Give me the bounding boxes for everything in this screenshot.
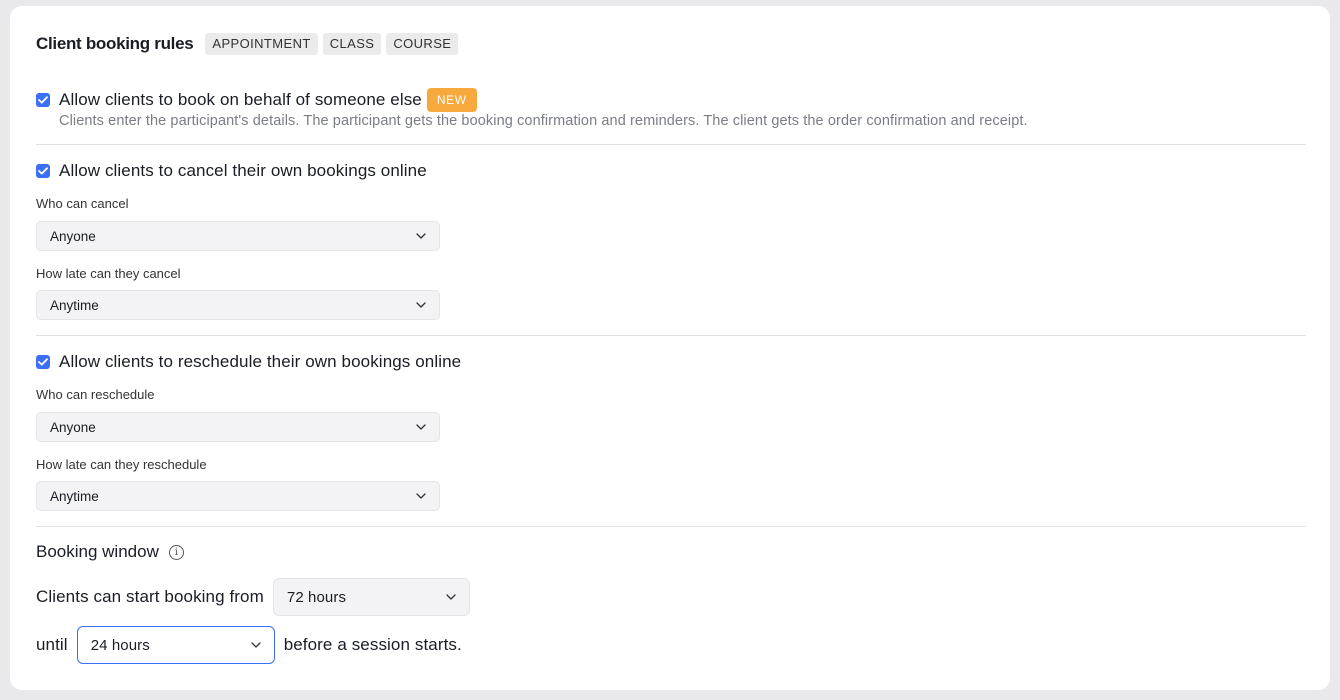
page-title: Client booking rules bbox=[36, 34, 194, 53]
booking-until-row: until 24 hours before a session starts. bbox=[36, 626, 462, 664]
tag-class: CLASS bbox=[322, 33, 382, 55]
tag-course: COURSE bbox=[386, 33, 459, 55]
behalf-row: Allow clients to book on behalf of someo… bbox=[36, 88, 477, 112]
reschedule-label[interactable]: Allow clients to reschedule their own bo… bbox=[59, 352, 461, 372]
chevron-down-icon bbox=[446, 594, 456, 600]
cancel-label[interactable]: Allow clients to cancel their own bookin… bbox=[59, 161, 427, 181]
booking-window-title: Booking window i bbox=[36, 542, 184, 562]
behalf-label[interactable]: Allow clients to book on behalf of someo… bbox=[59, 90, 422, 110]
booking-start-row: Clients can start booking from 72 hours bbox=[36, 578, 479, 616]
info-icon[interactable]: i bbox=[168, 544, 184, 560]
who-can-cancel-select[interactable]: Anyone bbox=[36, 221, 440, 251]
who-can-reschedule-select[interactable]: Anyone bbox=[36, 412, 440, 442]
check-icon bbox=[38, 358, 48, 366]
booking-end-text: before a session starts. bbox=[283, 635, 462, 654]
who-can-reschedule-label: Who can reschedule bbox=[36, 387, 155, 402]
who-can-cancel-value: Anyone bbox=[50, 228, 96, 244]
cancel-row: Allow clients to cancel their own bookin… bbox=[36, 161, 427, 181]
reschedule-row: Allow clients to reschedule their own bo… bbox=[36, 352, 461, 372]
chevron-down-icon bbox=[251, 642, 261, 648]
booking-rules-card: Client booking rules APPOINTMENT CLASS C… bbox=[10, 6, 1330, 690]
reschedule-late-value: Anytime bbox=[50, 488, 99, 504]
behalf-checkbox[interactable] bbox=[36, 93, 50, 107]
divider bbox=[36, 526, 1306, 527]
booking-window-heading: Booking window bbox=[36, 542, 159, 561]
cancel-late-select[interactable]: Anytime bbox=[36, 290, 440, 320]
who-can-cancel-label: Who can cancel bbox=[36, 196, 129, 211]
tag-appointment: APPOINTMENT bbox=[205, 33, 318, 55]
cancel-checkbox[interactable] bbox=[36, 164, 50, 178]
booking-start-text: Clients can start booking from bbox=[36, 587, 264, 606]
chevron-down-icon bbox=[416, 424, 426, 430]
new-badge: NEW bbox=[426, 88, 477, 112]
reschedule-checkbox[interactable] bbox=[36, 355, 50, 369]
behalf-description: Clients enter the participant's details.… bbox=[59, 113, 1028, 129]
cancel-late-value: Anytime bbox=[50, 297, 99, 313]
booking-until-value: 24 hours bbox=[90, 636, 150, 654]
reschedule-late-label: How late can they reschedule bbox=[36, 457, 207, 472]
chevron-down-icon bbox=[416, 493, 426, 499]
card-header: Client booking rules APPOINTMENT CLASS C… bbox=[36, 32, 463, 56]
check-icon bbox=[38, 96, 48, 104]
check-icon bbox=[38, 167, 48, 175]
booking-start-value: 72 hours bbox=[286, 588, 347, 606]
booking-start-select[interactable]: 72 hours bbox=[272, 578, 470, 616]
chevron-down-icon bbox=[416, 233, 426, 239]
reschedule-late-select[interactable]: Anytime bbox=[36, 481, 440, 511]
cancel-late-label: How late can they cancel bbox=[36, 266, 181, 281]
booking-until-select[interactable]: 24 hours bbox=[76, 626, 275, 664]
divider bbox=[36, 335, 1306, 336]
who-can-reschedule-value: Anyone bbox=[50, 419, 96, 435]
divider bbox=[36, 144, 1306, 145]
booking-until-text: until bbox=[36, 635, 68, 654]
chevron-down-icon bbox=[416, 302, 426, 308]
